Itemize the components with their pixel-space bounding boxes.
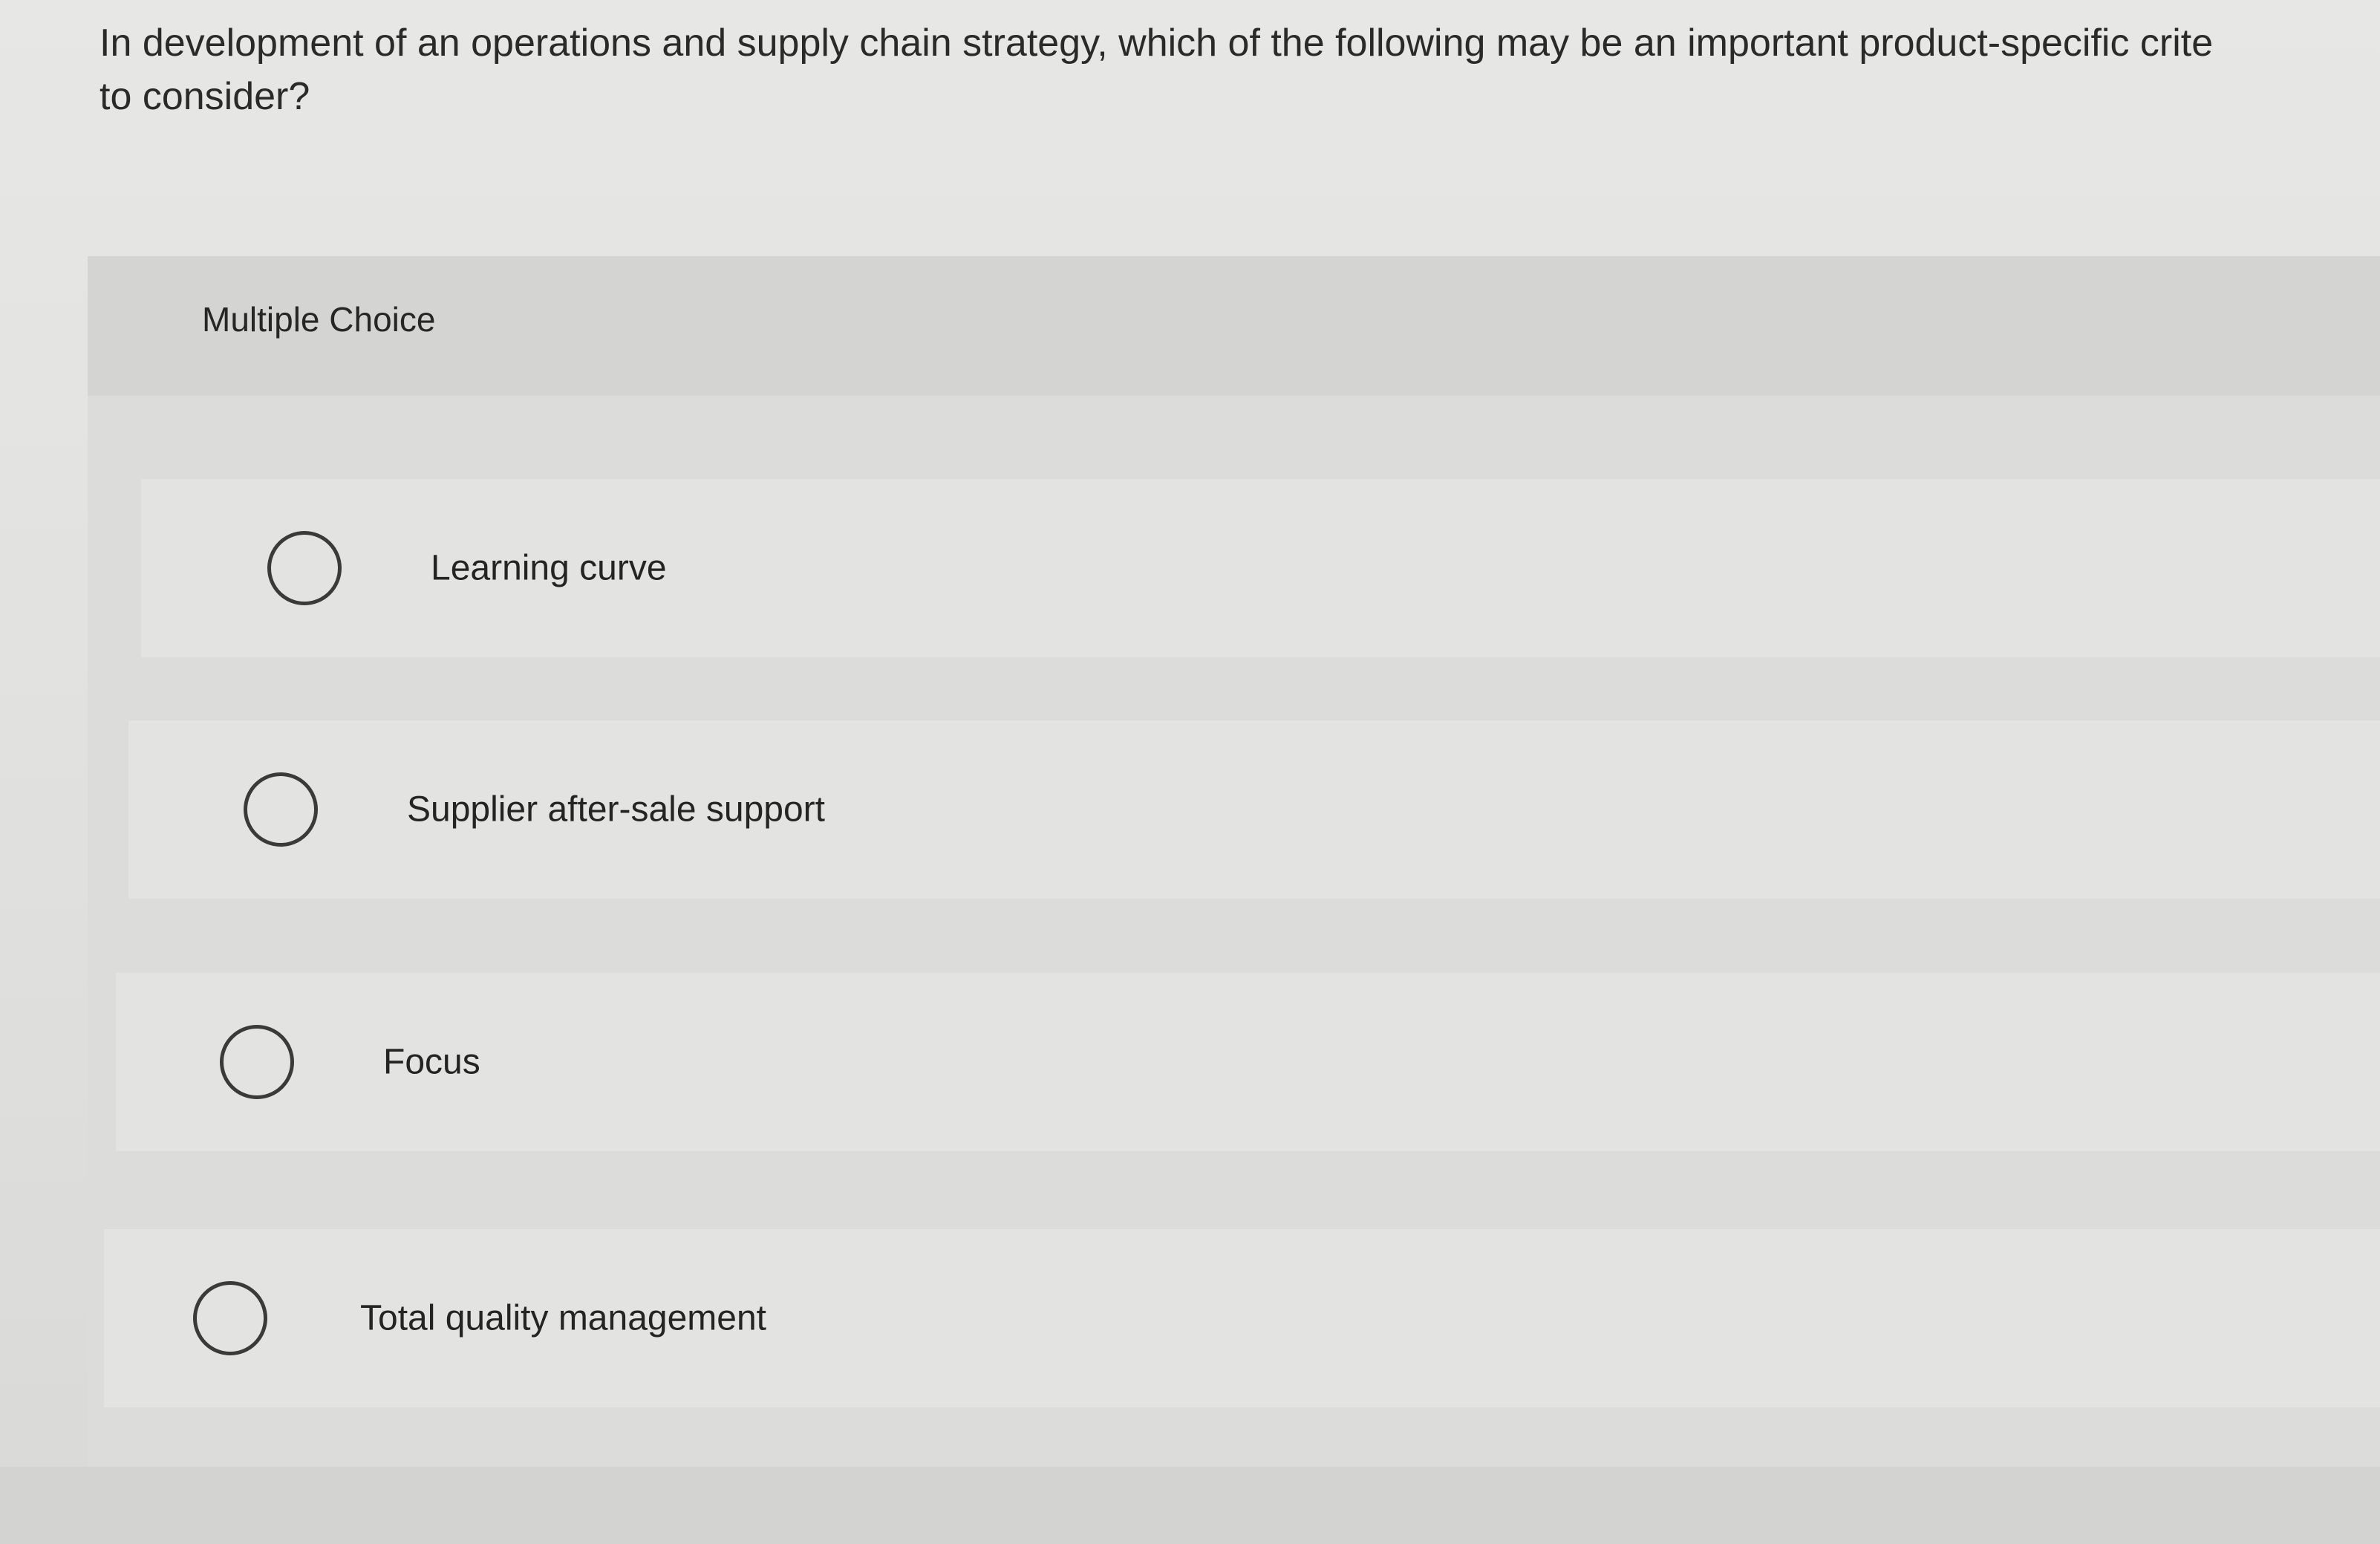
answer-option-focus[interactable]: Focus: [116, 973, 2380, 1151]
question-line-2: to consider?: [100, 75, 310, 118]
answer-option-learning-curve[interactable]: Learning curve: [141, 479, 2380, 657]
answer-option-label: Focus: [383, 1042, 480, 1082]
radio-button[interactable]: [267, 531, 342, 605]
page-bottom-edge: [0, 1467, 2380, 1544]
question-text: In development of an operations and supp…: [100, 16, 2372, 128]
answer-option-label: Total quality management: [360, 1298, 766, 1338]
answer-options: Learning curve Supplier after-sale suppo…: [88, 256, 2380, 1467]
radio-button[interactable]: [220, 1025, 294, 1099]
radio-button[interactable]: [244, 772, 318, 847]
answer-option-label: Supplier after-sale support: [407, 789, 825, 830]
question-line-1: In development of an operations and supp…: [100, 22, 2214, 65]
answer-option-supplier-after-sale-support[interactable]: Supplier after-sale support: [128, 720, 2380, 899]
answer-option-total-quality-management[interactable]: Total quality management: [104, 1229, 2380, 1407]
radio-button[interactable]: [193, 1281, 267, 1355]
answer-option-label: Learning curve: [431, 548, 667, 588]
multiple-choice-panel: Multiple Choice Learning curve Supplier …: [88, 256, 2380, 1467]
